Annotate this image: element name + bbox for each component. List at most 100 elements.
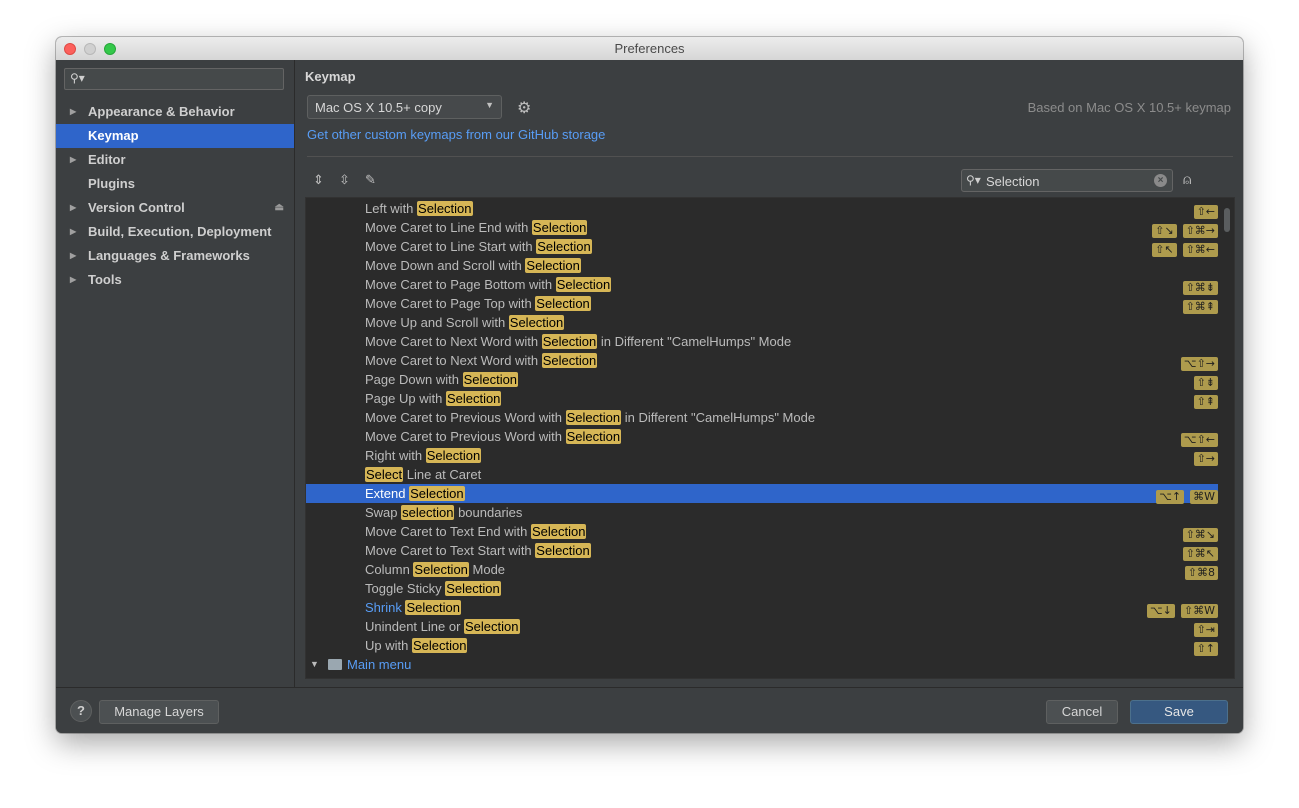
keymap-action-row[interactable]: Move Caret to Next Word with Selection i…	[306, 332, 1218, 351]
keymap-action-row[interactable]: Move Caret to Line End with Selection ⇧↘ ⇧…	[306, 218, 1218, 238]
sidebar-item-label: Plugins	[88, 176, 135, 191]
keymap-action-tree: Left with Selection ⇧← Move Caret to Line …	[305, 197, 1235, 679]
keymap-action-row[interactable]: Move Caret to Previous Word with Selecti…	[306, 408, 1218, 427]
sidebar-item-appearance-behavior[interactable]: ▶ Appearance & Behavior	[56, 100, 294, 124]
search-match-highlight: Selection	[425, 448, 482, 463]
expand-all-icon[interactable]: ⇕	[313, 172, 324, 188]
help-button[interactable]: ?	[70, 700, 92, 722]
action-label-prefix: Unindent Line or	[365, 619, 465, 634]
gear-icon[interactable]: ⚙	[517, 98, 531, 118]
expand-arrow-icon[interactable]: ▶	[70, 220, 76, 244]
action-label-prefix: Up with	[365, 638, 412, 653]
shortcut-badge: ⇧⌘⇟	[1182, 281, 1218, 295]
keymap-action-row[interactable]: Select Line at Caret	[306, 465, 1218, 484]
keymap-action-row[interactable]: Shrink Selection ⌥↓ ⇧⌘W	[306, 598, 1218, 618]
github-keymaps-link[interactable]: Get other custom keymaps from our GitHub…	[307, 127, 605, 142]
keymap-action-row[interactable]: Up with Selection ⇧↑	[306, 636, 1218, 656]
keymap-action-row[interactable]: Toggle Sticky Selection	[306, 579, 1218, 598]
collapse-all-icon[interactable]: ⇳	[339, 172, 350, 188]
keymap-action-row[interactable]: Move Caret to Text End with Selection ⇧⌘↘	[306, 522, 1218, 542]
clear-search-icon[interactable]: ×	[1154, 174, 1167, 187]
sidebar-item-label: Build, Execution, Deployment	[88, 224, 272, 239]
action-label: Shrink Selection	[365, 598, 461, 617]
find-by-shortcut-icon[interactable]: ⍝	[1183, 171, 1191, 188]
search-match-highlight: Selection	[409, 486, 465, 501]
keymap-action-row[interactable]: Column Selection Mode ⇧⌘8	[306, 560, 1218, 580]
action-label-prefix: Move Caret to Previous Word with	[365, 429, 566, 444]
keymap-action-row[interactable]: Page Up with Selection ⇧⇞	[306, 389, 1218, 409]
keymap-action-row[interactable]: Swap selection boundaries	[306, 503, 1218, 522]
settings-search-input[interactable]: ⚲▾	[64, 68, 284, 90]
keymap-action-row[interactable]: Move Caret to Previous Word with Selecti…	[306, 427, 1218, 447]
expand-arrow-icon[interactable]: ▶	[70, 268, 76, 292]
action-label-prefix: Move Caret to Text End with	[365, 524, 531, 539]
expand-arrow-icon[interactable]: ▶	[70, 100, 76, 124]
search-match-highlight: Selection	[541, 353, 598, 368]
keymap-action-row[interactable]: Right with Selection ⇧→	[306, 446, 1218, 466]
cancel-button[interactable]: Cancel	[1046, 700, 1118, 724]
collapse-arrow-icon[interactable]: ▼	[310, 655, 319, 674]
shortcut-badge: ⌘W	[1190, 490, 1218, 504]
keymap-action-row[interactable]: Move Up and Scroll with Selection	[306, 313, 1218, 332]
search-match-highlight: Selection	[565, 410, 622, 425]
search-icon: ⚲▾	[70, 71, 85, 85]
keymap-panel: Keymap Mac OS X 10.5+ copy ▼ ⚙ Based on …	[295, 60, 1243, 687]
keymap-action-row[interactable]: Move Caret to Page Bottom with Selection…	[306, 275, 1218, 295]
shortcut-badge: ⇧⌘↘	[1182, 528, 1218, 542]
keymap-filter-input[interactable]: ⚲▾ Selection ×	[961, 169, 1173, 192]
keymap-action-row[interactable]: Move Caret to Text Start with Selection ⇧…	[306, 541, 1218, 561]
action-label-prefix: Move Down and Scroll with	[365, 258, 526, 273]
shortcut-badge: ⇧↑	[1193, 642, 1218, 656]
keymap-group-main-menu[interactable]: ▼ Main menu	[306, 655, 1218, 674]
keymap-action-row[interactable]: Extend Selection ⌥↑ ⌘W	[306, 484, 1218, 504]
based-on-label: Based on Mac OS X 10.5+ keymap	[1027, 100, 1231, 115]
keymap-action-row[interactable]: Left with Selection ⇧←	[306, 199, 1218, 219]
action-label: Left with Selection	[365, 199, 473, 218]
action-label-prefix: Extend	[365, 486, 410, 501]
keymap-action-row[interactable]: Move Caret to Line Start with Selection ⇧…	[306, 237, 1218, 257]
sidebar-item-plugins[interactable]: Plugins	[56, 172, 294, 196]
manage-layers-button[interactable]: Manage Layers	[99, 700, 219, 724]
shortcut-badge: ⇧⌘⇞	[1182, 300, 1218, 314]
keymap-action-row[interactable]: Move Down and Scroll with Selection	[306, 256, 1218, 275]
sidebar-item-version-control[interactable]: ▶ Version Control ⏏	[56, 196, 294, 220]
expand-arrow-icon[interactable]: ▶	[70, 196, 76, 220]
keymap-action-row[interactable]: Page Down with Selection ⇧⇟	[306, 370, 1218, 390]
save-button[interactable]: Save	[1130, 700, 1228, 724]
action-label-prefix: Move Caret to Text Start with	[365, 543, 536, 558]
action-label: Move Caret to Previous Word with Selecti…	[365, 427, 622, 446]
shortcut-badge: ⇧⌘8	[1184, 566, 1218, 580]
search-match-highlight: selection	[401, 505, 455, 520]
action-label: Extend Selection	[365, 484, 465, 503]
vertical-scrollbar[interactable]	[1224, 208, 1230, 232]
action-label-prefix: Page Up with	[365, 391, 446, 406]
search-match-highlight: Selection	[530, 524, 587, 539]
folder-icon	[328, 659, 342, 670]
preferences-window: Preferences ⚲▾ ▶ Appearance & Behavior Key…	[56, 37, 1243, 733]
expand-arrow-icon[interactable]: ▶	[70, 244, 76, 268]
keymap-action-row[interactable]: Move Caret to Next Word with Selection ⌥⇧…	[306, 351, 1218, 371]
keymap-action-row[interactable]: Unindent Line or Selection ⇧⇥	[306, 617, 1218, 637]
keymap-scheme-value: Mac OS X 10.5+ copy	[315, 100, 442, 115]
sidebar-item-languages-frameworks[interactable]: ▶ Languages & Frameworks	[56, 244, 294, 268]
search-match-highlight: Selection	[445, 391, 502, 406]
action-label: Right with Selection	[365, 446, 482, 465]
action-label: Move Caret to Text Start with Selection	[365, 541, 591, 560]
sidebar-item-build-execution-deployment[interactable]: ▶ Build, Execution, Deployment	[56, 220, 294, 244]
search-icon: ⚲▾	[966, 173, 981, 187]
action-label: Move Down and Scroll with Selection	[365, 256, 581, 275]
expand-arrow-icon[interactable]: ▶	[70, 148, 76, 172]
shortcut-badge: ⇧⌘→	[1182, 224, 1218, 238]
search-match-highlight: Selection	[565, 429, 622, 444]
action-label-prefix: Column	[365, 562, 414, 577]
sidebar-item-keymap[interactable]: Keymap	[56, 124, 294, 148]
sidebar-item-editor[interactable]: ▶ Editor	[56, 148, 294, 172]
search-match-highlight: Selection	[508, 315, 565, 330]
sidebar-item-tools[interactable]: ▶ Tools	[56, 268, 294, 292]
edit-pencil-icon[interactable]: ✎	[365, 172, 376, 188]
shortcut-badge: ⌥↓	[1147, 604, 1175, 618]
keymap-scheme-select[interactable]: Mac OS X 10.5+ copy ▼	[307, 95, 502, 119]
keymap-action-row[interactable]: Move Caret to Page Top with Selection ⇧⌘⇞	[306, 294, 1218, 314]
dialog-footer: ? Manage Layers Cancel Save	[56, 687, 1243, 733]
action-label: Move Caret to Next Word with Selection i…	[365, 332, 791, 351]
